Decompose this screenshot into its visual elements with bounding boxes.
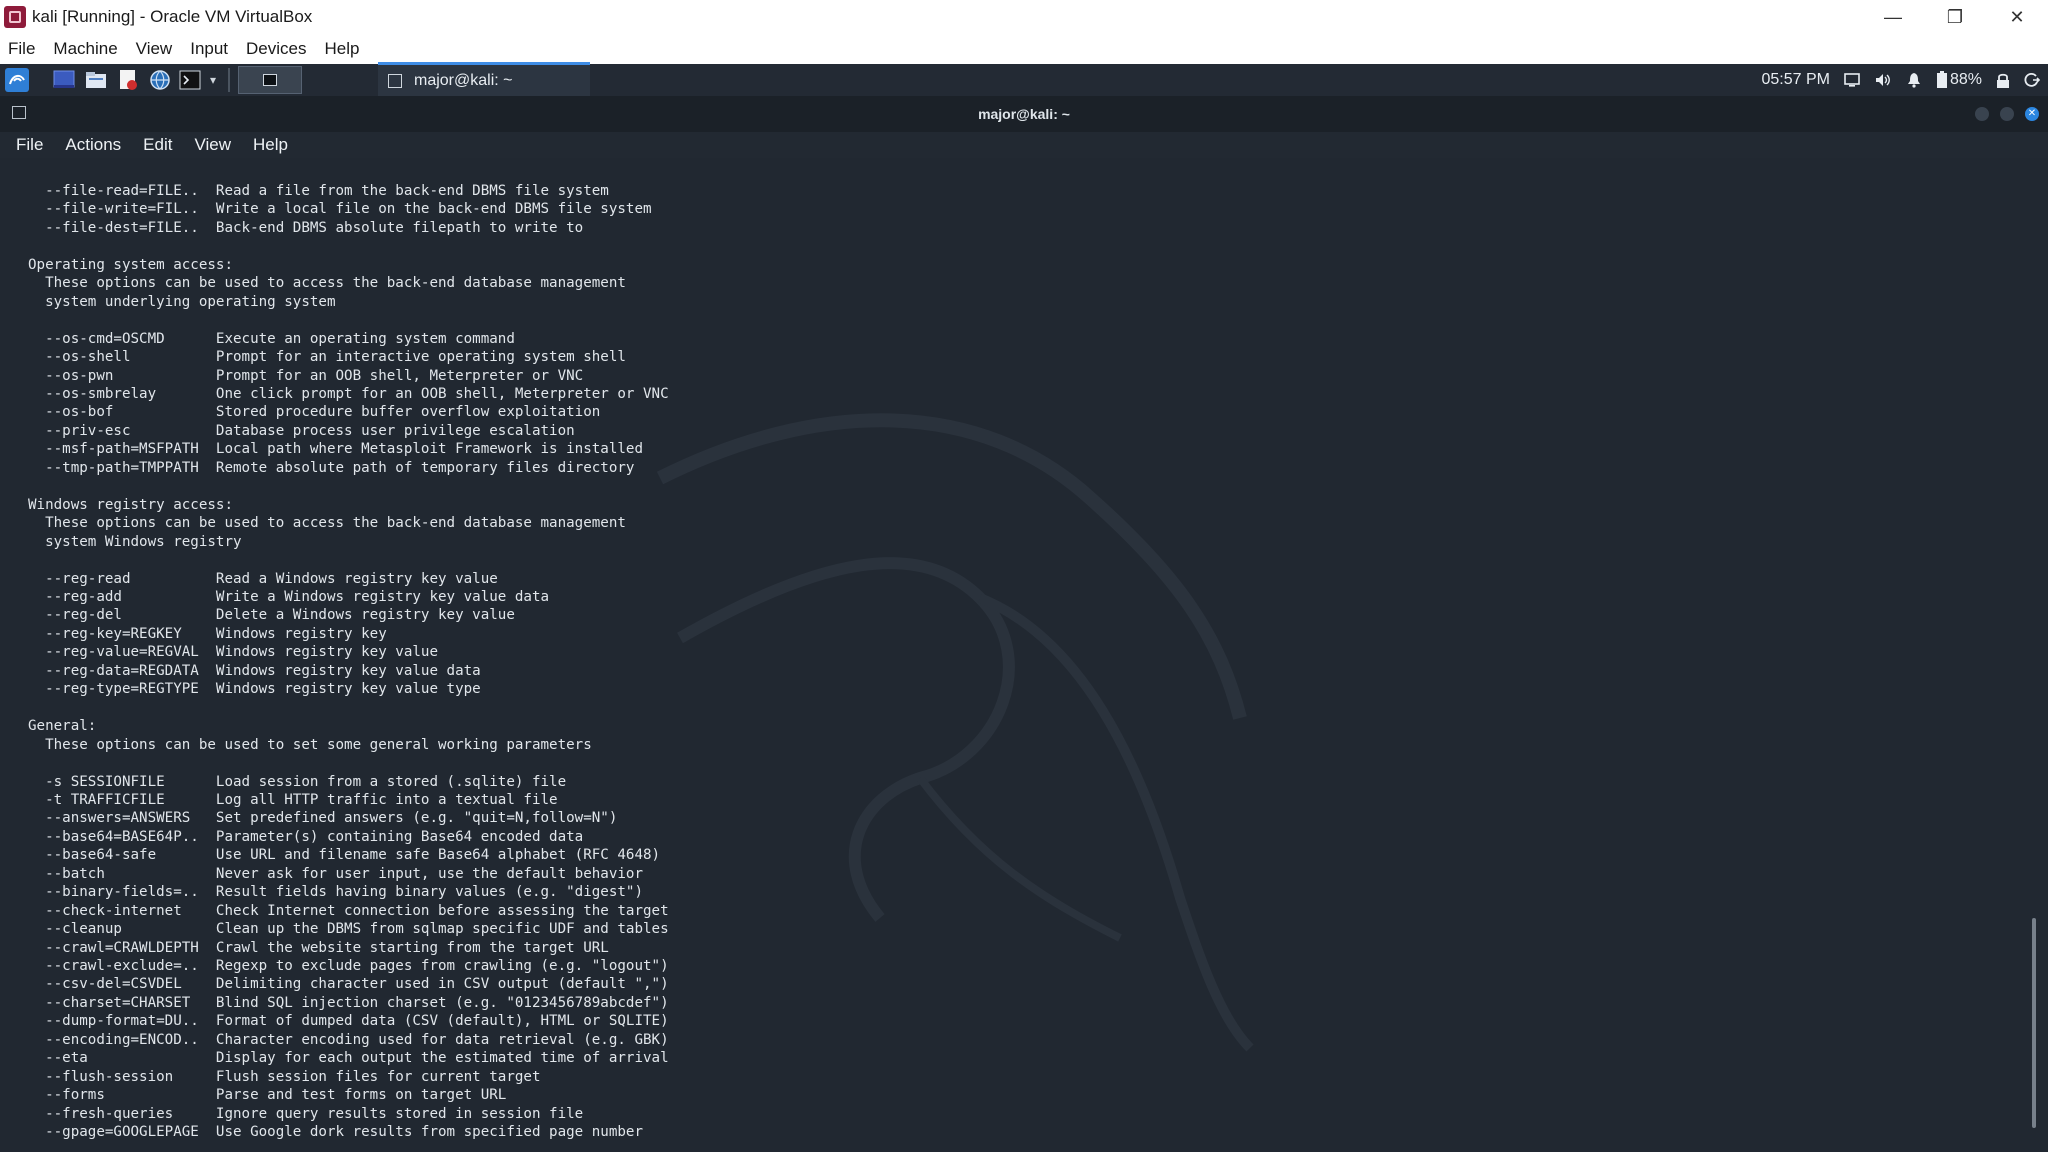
- web-browser-icon[interactable]: [148, 68, 172, 92]
- terminal-menu-help[interactable]: Help: [242, 135, 299, 155]
- vbox-menu-view[interactable]: View: [127, 39, 182, 59]
- terminal-line: --fresh-queries Ignore query results sto…: [28, 1105, 584, 1122]
- terminal-output-area[interactable]: --file-read=FILE.. Read a file from the …: [0, 158, 2048, 1152]
- terminal-line: --charset=CHARSET Blind SQL injection ch…: [28, 994, 669, 1011]
- terminal-text: --file-read=FILE.. Read a file from the …: [0, 182, 669, 1142]
- panel-separator: [228, 68, 230, 92]
- terminal-line: --encoding=ENCOD.. Character encoding us…: [28, 1031, 669, 1048]
- terminal-line: --cleanup Clean up the DBMS from sqlmap …: [28, 921, 669, 938]
- terminal-line: --reg-add Write a Windows registry key v…: [28, 588, 550, 605]
- terminal-line: --tmp-path=TMPPATH Remote absolute path …: [28, 459, 635, 476]
- terminal-line: --check-internet Check Internet connecti…: [28, 902, 669, 919]
- terminal-line: --forms Parse and test forms on target U…: [28, 1087, 507, 1104]
- system-tray: 05:57 PM 88%: [1761, 64, 2048, 96]
- terminal-line: system Windows registry: [28, 533, 242, 550]
- kali-dragon-watermark: [656, 413, 1254, 1052]
- power-logout-icon[interactable]: [2024, 72, 2040, 88]
- terminal-line: --answers=ANSWERS Set predefined answers…: [28, 810, 618, 827]
- text-editor-icon[interactable]: [116, 68, 140, 92]
- terminal-line: --crawl=CRAWLDEPTH Crawl the website sta…: [28, 939, 609, 956]
- battery-icon[interactable]: [1936, 71, 1948, 89]
- terminal-line: --reg-type=REGTYPE Windows registry key …: [28, 681, 481, 698]
- vbox-menu-input[interactable]: Input: [181, 39, 237, 59]
- vbox-title-bar: kali [Running] - Oracle VM VirtualBox — …: [0, 0, 2048, 34]
- terminal-line: --file-dest=FILE.. Back-end DBMS absolut…: [28, 219, 584, 236]
- terminal-menu-edit[interactable]: Edit: [132, 135, 183, 155]
- terminal-line: Windows registry access:: [28, 496, 233, 513]
- terminal-close-button[interactable]: ✕: [2025, 107, 2039, 121]
- terminal-line: These options can be used to set some ge…: [28, 736, 592, 753]
- window-title: kali [Running] - Oracle VM VirtualBox: [32, 7, 313, 26]
- vbox-menu-bar: File Machine View Input Devices Help: [0, 34, 2048, 64]
- terminal-title-bar: major@kali: ~ ✕: [0, 96, 2048, 132]
- vbox-menu-devices[interactable]: Devices: [237, 39, 315, 59]
- terminal-line: --os-cmd=OSCMD Execute an operating syst…: [28, 330, 515, 347]
- terminal-line: --crawl-exclude=.. Regexp to exclude pag…: [28, 958, 669, 975]
- clock[interactable]: 05:57 PM: [1761, 71, 1829, 89]
- terminal-line: --binary-fields=.. Result fields having …: [28, 884, 643, 901]
- terminal-line: Operating system access:: [28, 256, 233, 273]
- terminal-menu-actions[interactable]: Actions: [54, 135, 132, 155]
- terminal-line: --base64=BASE64P.. Parameter(s) containi…: [28, 828, 584, 845]
- terminal-line: system underlying operating system: [28, 293, 336, 310]
- task-label: major@kali: ~: [414, 71, 513, 89]
- kali-top-panel: ▾: [0, 64, 2048, 96]
- show-desktop-icon[interactable]: [52, 68, 76, 92]
- terminal-line: --reg-value=REGVAL Windows registry key …: [28, 644, 438, 661]
- terminal-line: --reg-read Read a Windows registry key v…: [28, 570, 498, 587]
- taskbar-terminal-task[interactable]: major@kali: ~: [378, 62, 590, 96]
- terminal-line: These options can be used to access the …: [28, 515, 626, 532]
- vbox-menu-help[interactable]: Help: [316, 39, 369, 59]
- terminal-line: --reg-key=REGKEY Windows registry key: [28, 625, 387, 642]
- vbox-menu-file[interactable]: File: [0, 39, 44, 59]
- terminal-line: -t TRAFFICFILE Log all HTTP traffic into…: [28, 791, 558, 808]
- file-manager-icon[interactable]: [84, 68, 108, 92]
- display-icon[interactable]: [1844, 73, 1860, 87]
- terminal-line: These options can be used to access the …: [28, 275, 626, 292]
- terminal-line: --reg-data=REGDATA Windows registry key …: [28, 662, 481, 679]
- minimize-button[interactable]: —: [1862, 0, 1924, 34]
- battery-percent: 88%: [1949, 71, 1982, 88]
- terminal-line: --batch Never ask for user input, use th…: [28, 865, 643, 882]
- vbox-menu-machine[interactable]: Machine: [44, 39, 126, 59]
- kali-menu-icon[interactable]: [4, 68, 30, 92]
- terminal-line: --os-pwn Prompt for an OOB shell, Meterp…: [28, 367, 584, 384]
- terminal-line: --file-read=FILE.. Read a file from the …: [28, 183, 609, 199]
- terminal-line: --dump-format=DU.. Format of dumped data…: [28, 1013, 669, 1030]
- terminal-icon: [388, 73, 402, 88]
- terminal-scrollbar[interactable]: [2032, 918, 2036, 1128]
- terminal-line: --os-smbrelay One click prompt for an OO…: [28, 385, 669, 402]
- notification-bell-icon[interactable]: [1906, 72, 1922, 88]
- close-button[interactable]: ✕: [1986, 0, 2048, 34]
- workspace-1[interactable]: [238, 66, 302, 94]
- terminal-line: --eta Display for each output the estima…: [28, 1050, 669, 1067]
- terminal-line: --file-write=FIL.. Write a local file on…: [28, 201, 652, 218]
- terminal-menu-bar: File Actions Edit View Help: [0, 132, 2048, 158]
- lock-screen-icon[interactable]: [1996, 72, 2010, 89]
- terminal-line: --flush-session Flush session files for …: [28, 1068, 541, 1085]
- virtualbox-logo-icon: [4, 6, 26, 28]
- terminal-line: --priv-esc Database process user privile…: [28, 422, 575, 439]
- chevron-down-icon[interactable]: ▾: [205, 68, 221, 92]
- terminal-line: --csv-del=CSVDEL Delimiting character us…: [28, 976, 669, 993]
- terminal-maximize-button[interactable]: [2000, 107, 2014, 121]
- volume-icon[interactable]: [1874, 72, 1892, 88]
- terminal-line: --msf-path=MSFPATH Local path where Meta…: [28, 441, 643, 458]
- terminal-minimize-button[interactable]: [1975, 107, 1989, 121]
- terminal-line: --os-shell Prompt for an interactive ope…: [28, 349, 626, 366]
- terminal-line: --gpage=GOOGLEPAGE Use Google dork resul…: [28, 1124, 643, 1141]
- terminal-line: --base64-safe Use URL and filename safe …: [28, 847, 661, 864]
- terminal-line: -s SESSIONFILE Load session from a store…: [28, 773, 567, 790]
- terminal-menu-file[interactable]: File: [0, 135, 54, 155]
- terminal-line: --reg-del Delete a Windows registry key …: [28, 607, 515, 624]
- terminal-title: major@kali: ~: [978, 106, 1070, 122]
- restore-button[interactable]: ❐: [1924, 0, 1986, 34]
- terminal-line: General:: [28, 718, 97, 735]
- terminal-menu-view[interactable]: View: [183, 135, 242, 155]
- terminal-line: --os-bof Stored procedure buffer overflo…: [28, 404, 601, 421]
- terminal-launcher-icon[interactable]: [178, 68, 202, 92]
